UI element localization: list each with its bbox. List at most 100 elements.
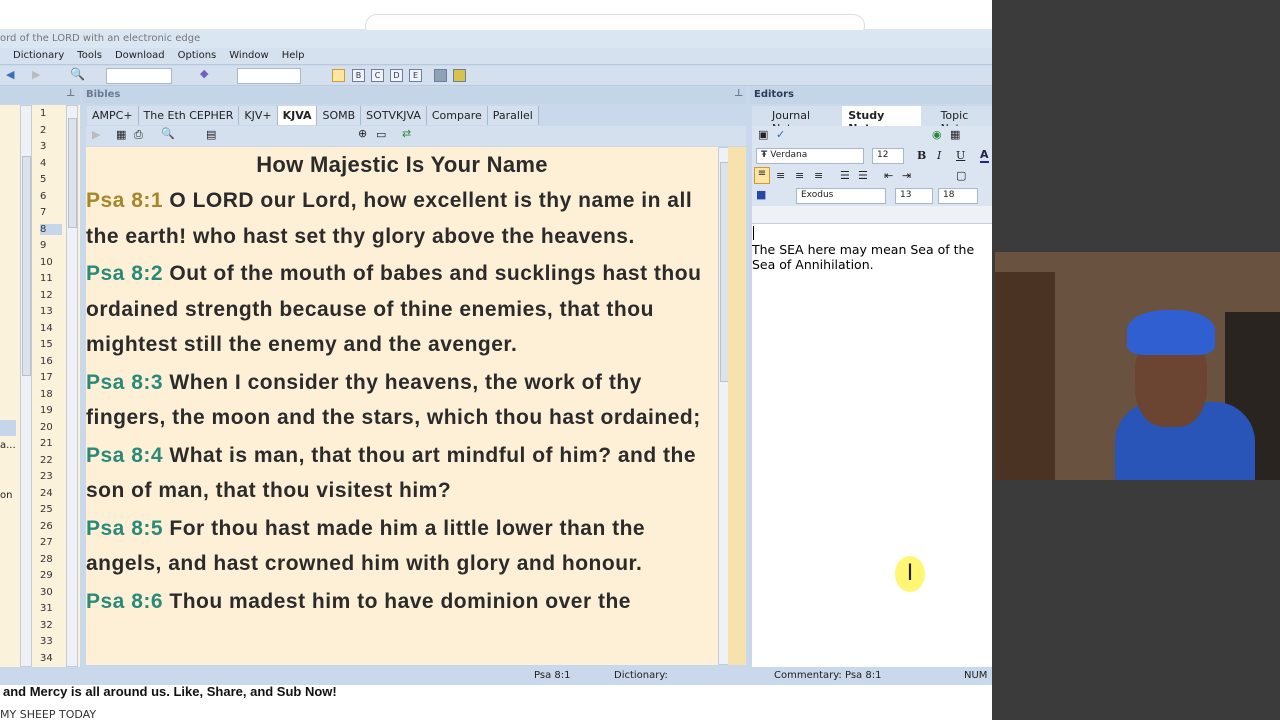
chapter-select[interactable]: 13 bbox=[895, 188, 933, 204]
chapter-number[interactable]: 8 bbox=[40, 223, 62, 235]
sync-icon[interactable]: ⇄ bbox=[402, 127, 411, 140]
chapter-number[interactable]: 22 bbox=[40, 455, 53, 466]
chapter-number[interactable]: 5 bbox=[40, 174, 46, 185]
chapter-scrollbar[interactable] bbox=[66, 105, 78, 667]
border-button[interactable]: ▢ bbox=[956, 169, 966, 182]
menu-help[interactable]: Help bbox=[275, 48, 311, 64]
bible-tab[interactable]: SOMB bbox=[317, 106, 362, 125]
search-icon[interactable]: 🔍 bbox=[70, 67, 85, 81]
print-icon[interactable]: ⎙ bbox=[134, 128, 143, 142]
menu-dictionary[interactable]: Dictionary bbox=[6, 48, 70, 64]
find-icon[interactable]: 🔍 bbox=[161, 127, 175, 140]
bible-tab[interactable]: Compare bbox=[426, 106, 488, 125]
numbered-list-button[interactable]: ☰ bbox=[840, 169, 850, 182]
chapter-number[interactable]: 25 bbox=[40, 504, 53, 515]
spellcheck-icon[interactable]: ✓ bbox=[776, 128, 785, 141]
table-icon[interactable]: ▦ bbox=[950, 128, 960, 141]
reference-combo[interactable] bbox=[237, 68, 301, 84]
chapter-number[interactable]: 16 bbox=[40, 356, 53, 367]
font-color-button[interactable]: A bbox=[980, 148, 989, 163]
verse-reference[interactable]: Psa 8:1 bbox=[86, 189, 163, 212]
list-item[interactable]: on bbox=[0, 490, 12, 501]
save-icon[interactable]: ■ bbox=[756, 188, 766, 201]
layout-b-button[interactable]: B bbox=[352, 69, 365, 82]
align-left-button[interactable]: ≡ bbox=[754, 167, 770, 184]
bold-button[interactable]: B bbox=[917, 149, 926, 162]
play-icon[interactable]: ▶ bbox=[92, 128, 100, 141]
left-scrollbar[interactable] bbox=[20, 105, 32, 667]
chapter-number[interactable]: 10 bbox=[40, 257, 53, 268]
verse-reference[interactable]: Psa 8:2 bbox=[86, 262, 163, 285]
zoom-icon[interactable]: ⊕ bbox=[358, 127, 367, 140]
chapter-number[interactable]: 11 bbox=[40, 273, 53, 284]
chapter-number[interactable]: 3 bbox=[40, 141, 46, 152]
chapter-number[interactable]: 1 bbox=[40, 108, 46, 119]
chapter-number[interactable]: 21 bbox=[40, 438, 53, 449]
chapter-number[interactable]: 9 bbox=[40, 240, 46, 251]
chapter-number[interactable]: 23 bbox=[40, 471, 53, 482]
chapter-number[interactable]: 30 bbox=[40, 587, 53, 598]
verse-reference[interactable]: Psa 8:6 bbox=[86, 590, 163, 613]
back-icon[interactable]: ◀ bbox=[6, 68, 14, 81]
chapter-number[interactable]: 32 bbox=[40, 620, 53, 631]
underline-button[interactable]: U bbox=[956, 149, 965, 162]
menu-download[interactable]: Download bbox=[108, 48, 171, 64]
align-center-button[interactable]: ≡ bbox=[776, 169, 785, 182]
justify-button[interactable]: ≡ bbox=[814, 169, 823, 182]
align-right-button[interactable]: ≡ bbox=[795, 169, 804, 182]
chapter-number[interactable]: 2 bbox=[40, 125, 46, 136]
indent-button[interactable]: ⇥ bbox=[902, 169, 911, 182]
italic-button[interactable]: I bbox=[937, 149, 941, 162]
tab-topic-notes[interactable]: Topic Not bbox=[921, 106, 992, 135]
chapter-number[interactable]: 31 bbox=[40, 603, 53, 614]
new-icon[interactable]: ▣ bbox=[758, 128, 768, 141]
size-select[interactable]: 12 bbox=[872, 148, 904, 164]
bible-tab[interactable]: SOTVKJVA bbox=[361, 106, 427, 125]
layout-c-button[interactable]: C bbox=[371, 69, 384, 82]
export-icon[interactable]: ▦ bbox=[116, 128, 126, 141]
chapter-number[interactable]: 26 bbox=[40, 521, 53, 532]
verse-reference[interactable]: Psa 8:4 bbox=[86, 444, 163, 467]
chapter-number[interactable]: 6 bbox=[40, 191, 46, 202]
bible-tab[interactable]: Parallel bbox=[487, 106, 539, 125]
chapter-number[interactable]: 18 bbox=[40, 389, 53, 400]
verse-reference[interactable]: Psa 8:3 bbox=[86, 371, 163, 394]
forward-icon[interactable]: ▶ bbox=[32, 68, 40, 81]
chapter-number[interactable]: 19 bbox=[40, 405, 53, 416]
bible-tab[interactable]: KJVA bbox=[277, 106, 318, 125]
bible-tab[interactable]: KJV+ bbox=[239, 106, 278, 125]
copy-icon[interactable]: ▤ bbox=[206, 128, 216, 141]
chapter-number[interactable]: 15 bbox=[40, 339, 53, 350]
menu-tools[interactable]: Tools bbox=[70, 48, 108, 64]
list-item[interactable]: a... bbox=[0, 440, 16, 451]
layout-e-button[interactable]: E bbox=[409, 69, 422, 82]
bullet-list-button[interactable]: ☰ bbox=[858, 169, 868, 182]
verse-select[interactable]: 18 bbox=[938, 188, 978, 204]
chapter-number[interactable]: 14 bbox=[40, 323, 53, 334]
tab-study-notes[interactable]: Study Notes bbox=[842, 106, 921, 135]
search-combo[interactable] bbox=[106, 68, 172, 84]
chapter-number[interactable]: 27 bbox=[40, 537, 53, 548]
verse-tab-strip[interactable] bbox=[728, 147, 746, 665]
menu-window[interactable]: Window bbox=[222, 48, 274, 64]
chapter-number[interactable]: 34 bbox=[40, 653, 53, 664]
gray-button[interactable] bbox=[434, 69, 447, 82]
chapter-number[interactable]: 4 bbox=[40, 158, 46, 169]
verse-reference[interactable]: Psa 8:5 bbox=[86, 517, 163, 540]
bible-tab[interactable]: The Eth CEPHER bbox=[138, 106, 240, 125]
book-select[interactable]: Exodus bbox=[796, 188, 886, 204]
chapter-number[interactable]: 33 bbox=[40, 636, 53, 647]
menu-options[interactable]: Options bbox=[171, 48, 223, 64]
pin-icon[interactable]: ⊥ bbox=[734, 88, 743, 99]
bible-tab[interactable]: AMPC+ bbox=[87, 106, 139, 125]
layout-icon[interactable]: ▭ bbox=[376, 128, 386, 141]
selected-item[interactable] bbox=[0, 420, 16, 436]
chapter-number[interactable]: 13 bbox=[40, 306, 53, 317]
library-icon[interactable] bbox=[453, 69, 466, 82]
layout-d-button[interactable]: D bbox=[390, 69, 403, 82]
chapter-number[interactable]: 7 bbox=[40, 207, 46, 218]
chapter-number[interactable]: 29 bbox=[40, 570, 53, 581]
chapter-number[interactable]: 12 bbox=[40, 290, 53, 301]
study-notes-editor[interactable]: The SEA here may mean Sea of the Sea of … bbox=[752, 224, 992, 667]
outdent-button[interactable]: ⇤ bbox=[884, 169, 893, 182]
